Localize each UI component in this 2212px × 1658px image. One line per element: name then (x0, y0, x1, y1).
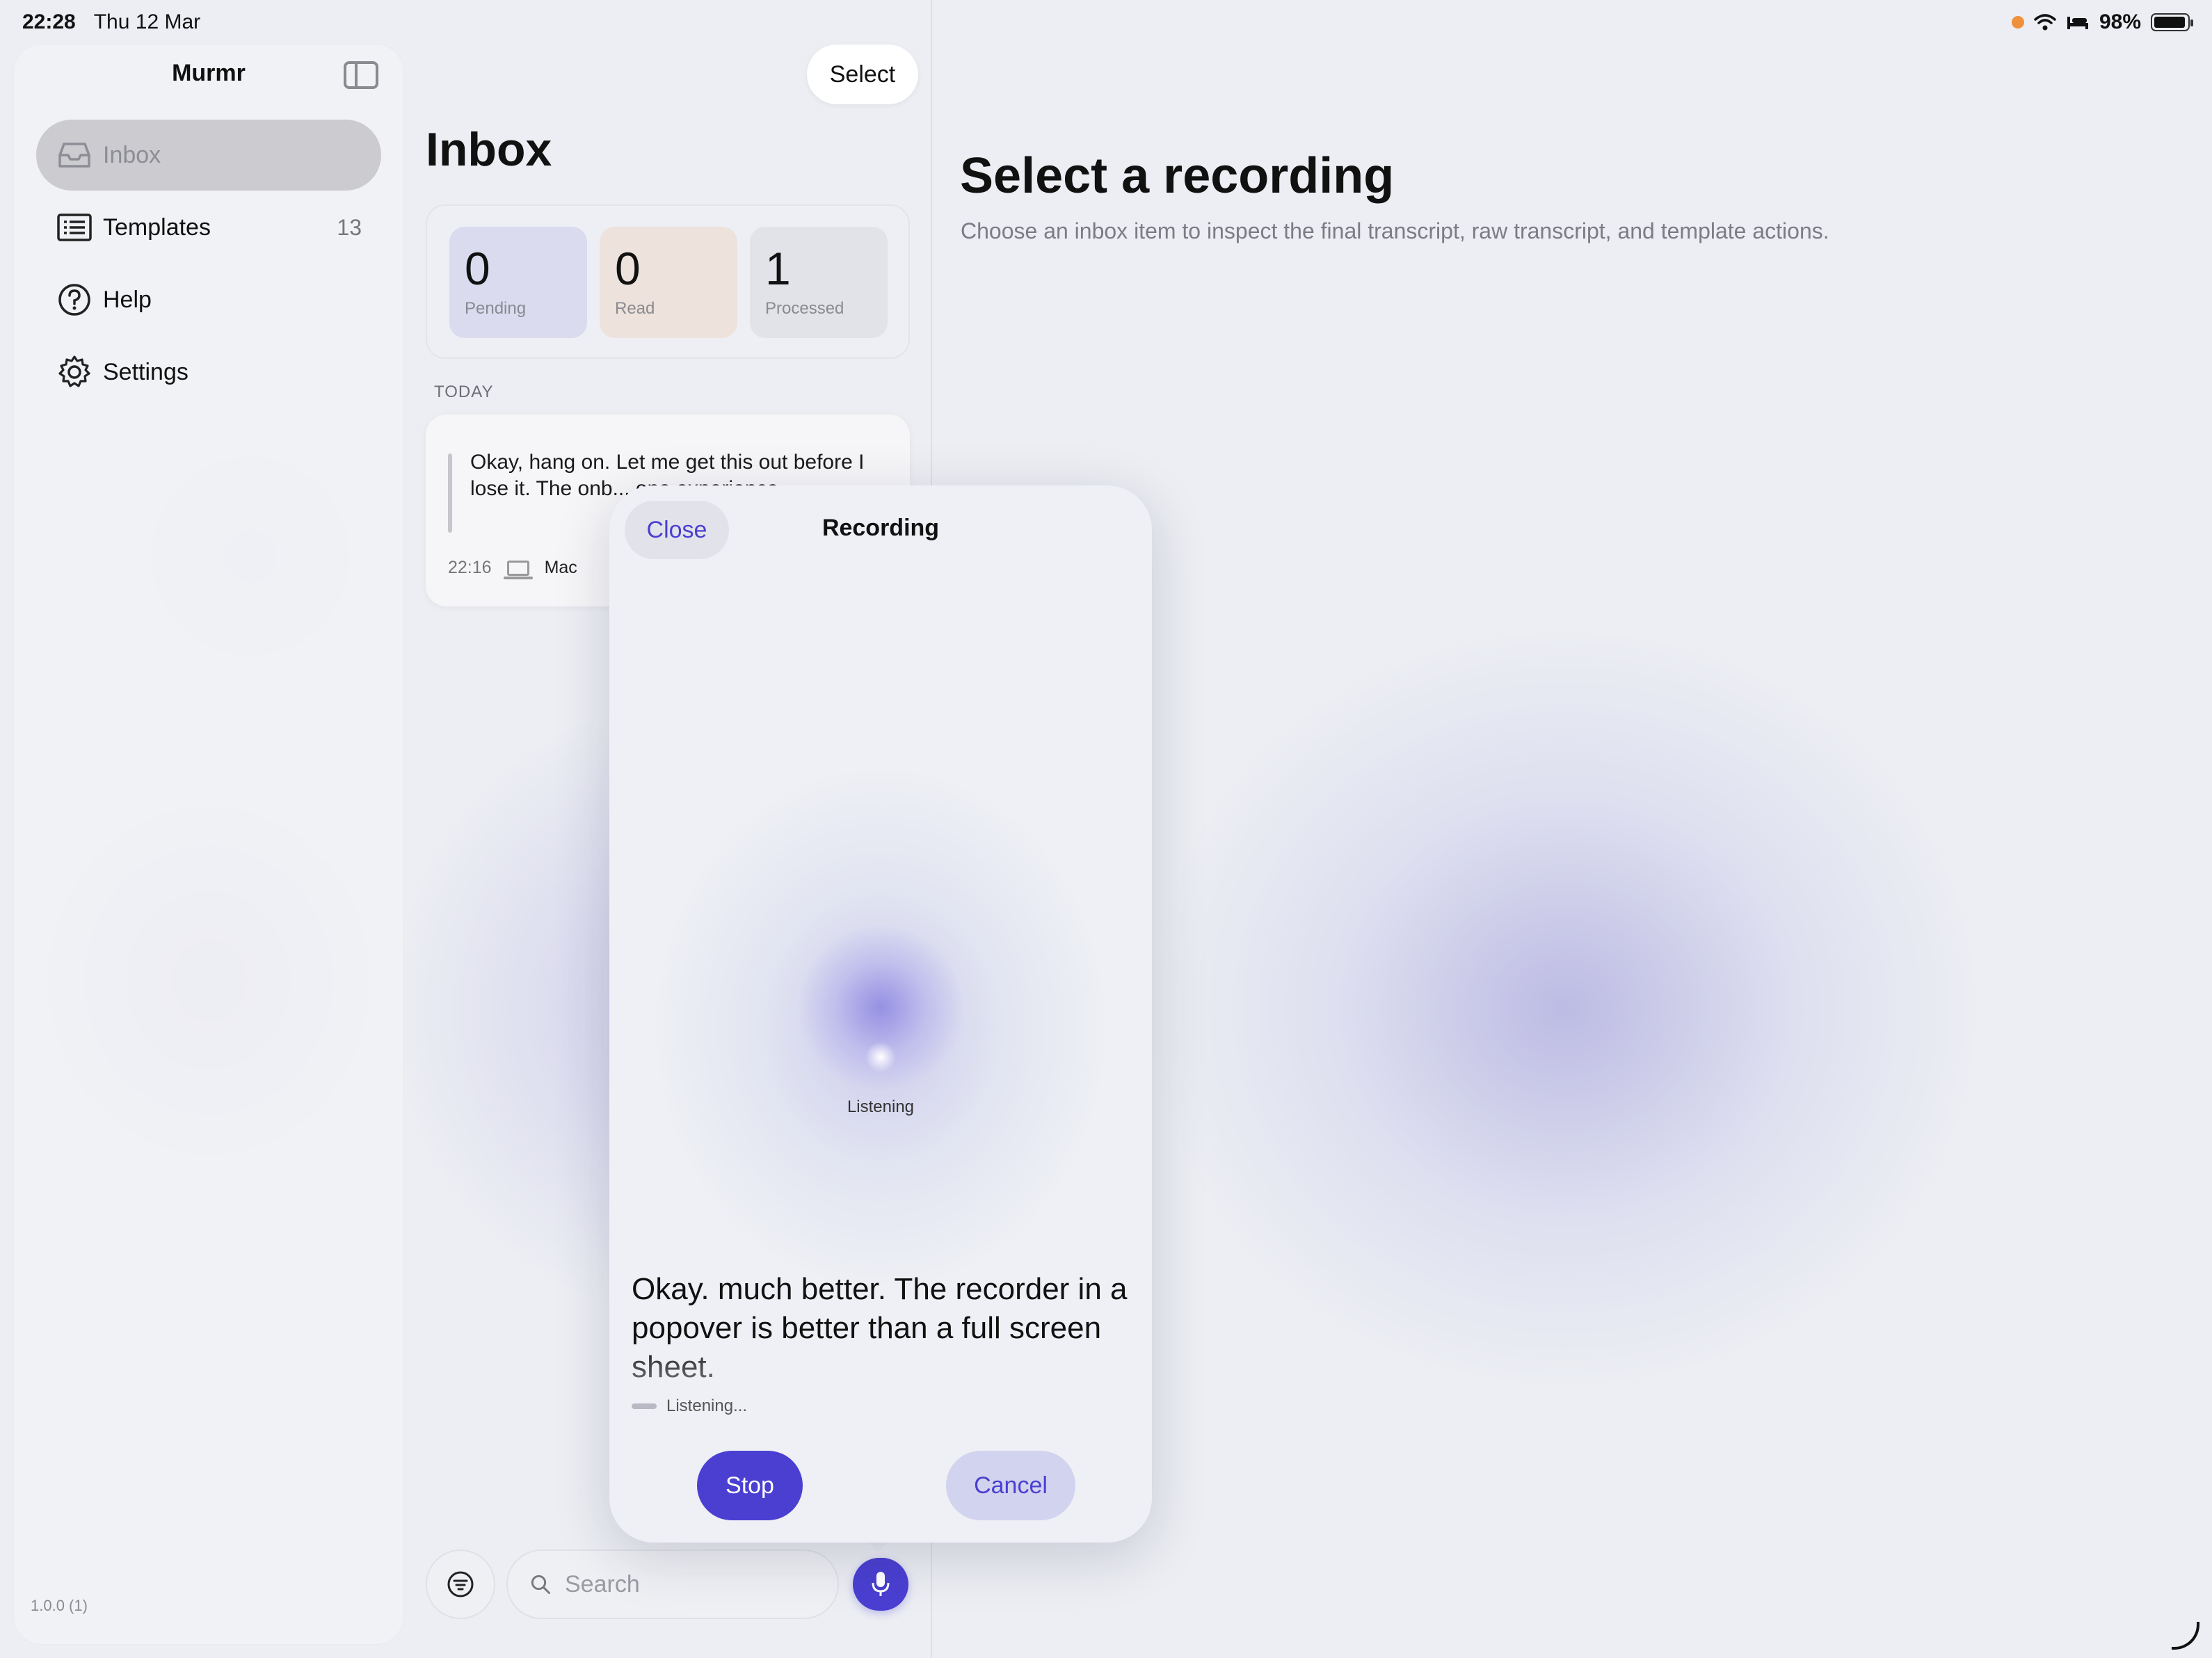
stat-processed[interactable]: 1 Processed (750, 227, 888, 338)
sidebar-item-label: Templates (103, 214, 211, 241)
background-glow (1148, 626, 1982, 1391)
sidebar-item-inbox[interactable]: Inbox (36, 120, 381, 191)
sidebar-item-label: Settings (103, 358, 189, 385)
sidebar: Murmr Inbox Templates 13 Help Settings 1… (14, 45, 403, 1644)
page-title: Inbox (426, 123, 552, 176)
microphone-icon (872, 1572, 890, 1596)
status-bar: 22:28 Thu 12 Mar 98% (0, 0, 2212, 45)
mic-indicator-icon (2011, 16, 2024, 29)
bottom-toolbar (426, 1550, 913, 1619)
filter-icon (447, 1571, 474, 1597)
stat-label: Pending (465, 299, 527, 318)
search-field[interactable] (506, 1550, 839, 1619)
transcript-fade (632, 1341, 1130, 1397)
sidebar-item-label: Help (103, 286, 152, 313)
cancel-button[interactable]: Cancel (946, 1451, 1075, 1520)
battery-percent: 98% (2099, 10, 2141, 33)
battery-icon (2151, 13, 2193, 31)
stat-read[interactable]: 0 Read (600, 227, 737, 338)
stat-value: 0 (615, 243, 641, 294)
status-time: 22:28 (22, 10, 76, 33)
stat-label: Read (615, 299, 655, 318)
sidebar-item-help[interactable]: Help (36, 264, 381, 335)
status-date: Thu 12 Mar (93, 10, 201, 33)
status-text: Listening... (666, 1397, 748, 1415)
stop-button[interactable]: Stop (697, 1451, 803, 1520)
app-version: 1.0.0 (1) (31, 1597, 88, 1614)
sidebar-item-templates[interactable]: Templates 13 (36, 192, 381, 263)
stat-value: 1 (765, 243, 791, 294)
stats-card: 0 Pending 0 Read 1 Processed (426, 204, 910, 359)
list-icon (56, 209, 93, 246)
sidebar-item-settings[interactable]: Settings (36, 337, 381, 408)
stat-pending[interactable]: 0 Pending (449, 227, 587, 338)
filter-button[interactable] (426, 1550, 495, 1619)
record-button[interactable] (853, 1558, 908, 1611)
bed-icon (2067, 17, 2088, 29)
templates-count: 13 (337, 214, 362, 240)
orb-label: Listening (847, 1097, 915, 1116)
corner-indicator (2172, 1622, 2199, 1650)
item-meta: 22:16 Mac (448, 558, 577, 579)
question-circle-icon (56, 281, 93, 319)
search-icon (531, 1575, 550, 1594)
tray-icon (56, 136, 93, 174)
sidebar-toggle-icon[interactable] (344, 61, 378, 89)
recording-status: Listening... (632, 1397, 747, 1416)
search-input[interactable] (565, 1570, 815, 1598)
laptop-icon (503, 560, 533, 579)
item-device: Mac (544, 558, 577, 577)
stat-value: 0 (465, 243, 490, 294)
sidebar-item-label: Inbox (103, 141, 161, 168)
item-time: 22:16 (448, 558, 492, 577)
popover-title: Recording (822, 515, 940, 541)
quote-bar (448, 453, 452, 533)
recording-popover: Close Recording Listening Okay. much bet… (609, 485, 1152, 1543)
select-button[interactable]: Select (807, 45, 918, 104)
stat-label: Processed (765, 299, 844, 318)
wifi-icon (2034, 14, 2056, 31)
orb-core (865, 1042, 896, 1072)
detail-subtitle: Choose an inbox item to inspect the fina… (961, 218, 1829, 243)
level-indicator (632, 1403, 657, 1409)
detail-title: Select a recording (960, 148, 1395, 204)
gear-icon (56, 353, 93, 391)
section-header: TODAY (434, 383, 494, 401)
